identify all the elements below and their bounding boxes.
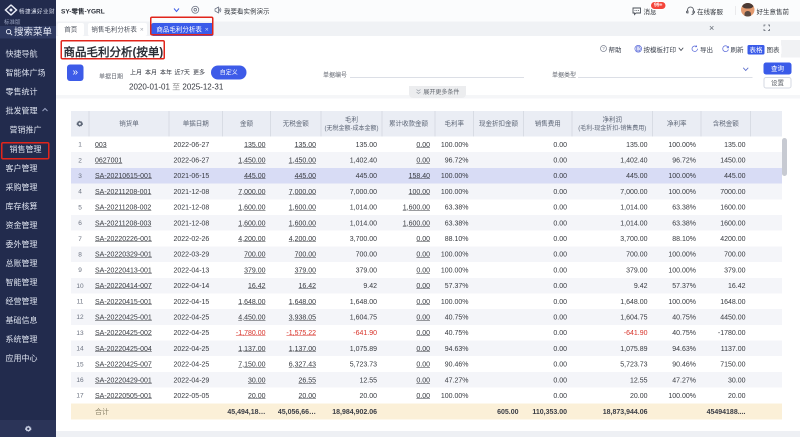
svg-text:?: ?	[602, 46, 605, 51]
